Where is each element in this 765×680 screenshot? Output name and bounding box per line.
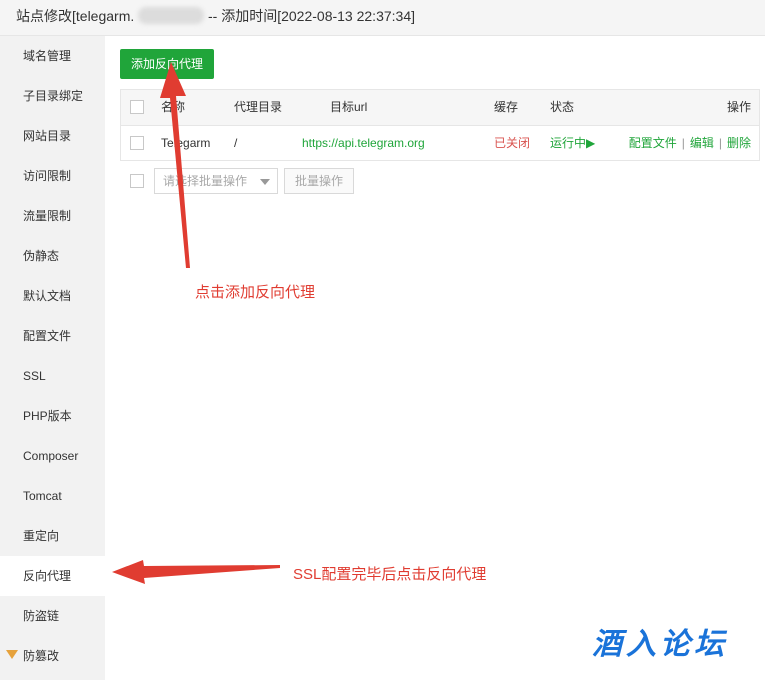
sidebar-item-tamper-proof[interactable]: 防篡改 [0,636,105,676]
sidebar-item-traffic-limit[interactable]: 流量限制 [0,196,105,236]
sidebar-item-domain[interactable]: 域名管理 [0,36,105,76]
table-row: Telegarm / https://api.telegram.org 已关闭 … [121,126,759,160]
sidebar-item-label: 防盗链 [23,609,60,623]
header-name: 名称 [161,100,186,114]
add-reverse-proxy-button[interactable]: 添加反向代理 [120,49,214,79]
forum-watermark: 酒入论坛 [592,628,728,661]
sidebar-item-label: PHP版本 [23,409,72,423]
edit-link[interactable]: 编辑 [690,136,714,150]
annotation-click-add: 点击添加反向代理 [195,284,316,301]
sidebar-item-label: 流量限制 [23,209,72,223]
redacted-domain [138,7,204,24]
sidebar-item-reverse-proxy[interactable]: 反向代理 [0,556,105,596]
sidebar-item-subdir[interactable]: 子目录绑定 [0,76,105,116]
arrow-to-reverse-proxy [112,560,280,584]
table-header: 名称 代理目录 目标url 缓存 状态 操作 [121,90,759,126]
config-file-link[interactable]: 配置文件 [629,136,677,150]
sidebar-item-redirect[interactable]: 重定向 [0,516,105,556]
batch-action-select[interactable]: 请选择批量操作 [154,168,278,194]
row-proxy-dir: / [234,136,238,150]
sidebar-item-config-file[interactable]: 配置文件 [0,316,105,356]
header-target-url: 目标url [330,100,368,114]
sidebar-item-label: SSL [23,369,46,383]
sidebar-item-rewrite[interactable]: 伪静态 [0,236,105,276]
sidebar-item-label: Tomcat [23,489,62,503]
chevron-down-icon [260,179,270,185]
sidebar-item-label: 配置文件 [23,329,72,343]
diamond-icon [6,650,18,659]
sidebar-item-access-limit[interactable]: 访问限制 [0,156,105,196]
sidebar-item-label: 网站目录 [23,129,72,143]
proxy-table: 名称 代理目录 目标url 缓存 状态 操作 Telegarm / https:… [120,89,760,161]
sidebar-item-label: 域名管理 [23,49,72,63]
batch-toolbar: 请选择批量操作 批量操作 [120,168,420,196]
header-status: 状态 [550,100,575,114]
sidebar-item-site-dir[interactable]: 网站目录 [0,116,105,156]
row-actions: 配置文件 | 编辑 | 删除 [629,126,751,160]
row-target-url: https://api.telegram.org [302,136,425,150]
sidebar-item-php-version[interactable]: PHP版本 [0,396,105,436]
row-cache-status[interactable]: 已关闭 [494,126,530,160]
header-cache: 缓存 [494,100,519,114]
delete-link[interactable]: 删除 [727,136,751,150]
sidebar-item-composer[interactable]: Composer [0,436,105,476]
settings-sidebar: 域名管理 子目录绑定 网站目录 访问限制 流量限制 伪静态 默认文档 配置文件 … [0,36,105,680]
header-actions: 操作 [726,100,751,114]
divider: | [718,136,722,150]
sidebar-item-tomcat[interactable]: Tomcat [0,476,105,516]
annotation-ssl-then-proxy: SSL配置完毕后点击反向代理 [293,566,487,583]
sidebar-item-hotlink[interactable]: 防盗链 [0,596,105,636]
batch-checkbox[interactable] [130,174,144,188]
row-run-status[interactable]: 运行中▶ [550,126,595,160]
sidebar-item-label: 反向代理 [23,569,72,583]
header-proxy-dir: 代理目录 [234,100,283,114]
row-name: Telegarm [161,136,211,150]
sidebar-item-label: Composer [23,449,79,463]
sidebar-item-label: 子目录绑定 [23,89,84,103]
sidebar-item-label: 访问限制 [23,169,72,183]
sidebar-item-label: 伪静态 [23,249,60,263]
dialog-titlebar: 站点修改[telegarm. -- 添加时间[2022-08-13 22:37:… [0,0,765,36]
dialog-title-time: -- 添加时间[2022-08-13 22:37:34] [208,8,415,24]
dialog-title-site: 站点修改[telegarm. [16,8,135,24]
sidebar-item-label: 重定向 [23,529,60,543]
sidebar-item-ssl[interactable]: SSL [0,356,105,396]
divider: | [681,136,685,150]
select-all-checkbox[interactable] [130,100,144,114]
batch-operate-button[interactable]: 批量操作 [284,168,354,194]
sidebar-item-default-doc[interactable]: 默认文档 [0,276,105,316]
sidebar-item-label: 防篡改 [23,649,60,663]
batch-select-placeholder: 请选择批量操作 [163,174,248,188]
sidebar-item-label: 默认文档 [23,289,72,303]
row-checkbox[interactable] [130,136,144,150]
